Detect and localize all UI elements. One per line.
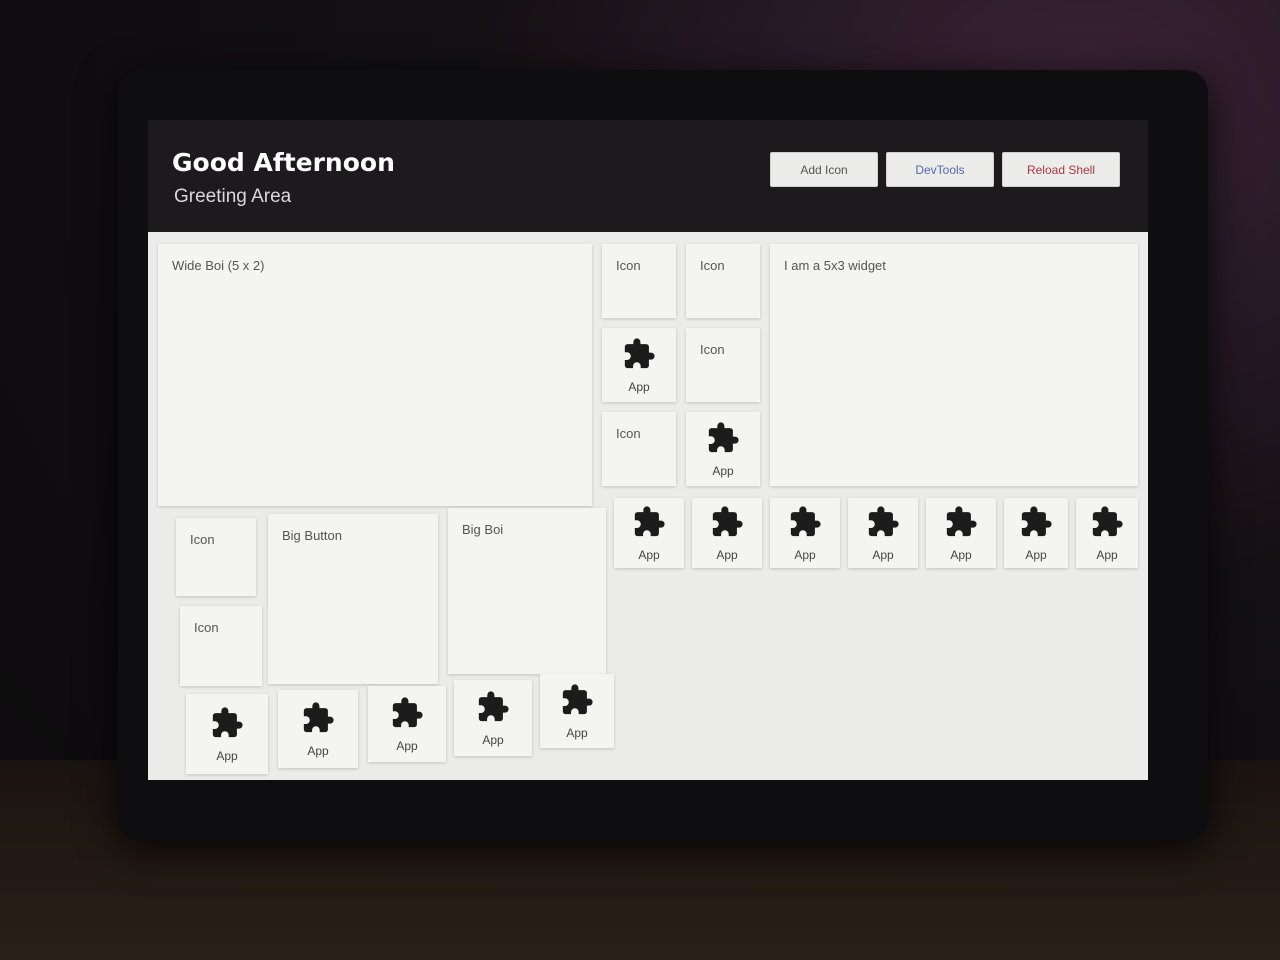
app-label: App [216, 748, 238, 763]
app-tile[interactable]: App [540, 674, 614, 748]
icon-tile[interactable]: Icon [686, 244, 760, 318]
app-tile[interactable]: App [454, 680, 532, 756]
app-tile[interactable]: App [368, 686, 446, 762]
app-tile[interactable]: App [926, 498, 996, 568]
puzzle-icon [706, 421, 740, 460]
puzzle-icon [210, 706, 244, 745]
icon-tile-label: Icon [700, 258, 725, 273]
puzzle-icon [476, 690, 510, 729]
icon-tile[interactable]: Icon [176, 518, 256, 596]
app-label: App [566, 725, 588, 740]
add-icon-button[interactable]: Add Icon [770, 152, 878, 187]
app-tile[interactable]: App [1004, 498, 1068, 568]
app-label: App [794, 547, 816, 562]
big-button-label: Big Button [282, 528, 342, 543]
puzzle-icon [622, 337, 656, 376]
puzzle-icon [560, 683, 594, 722]
app-label: App [628, 379, 650, 394]
puzzle-icon [632, 505, 666, 544]
wide-widget[interactable]: Wide Boi (5 x 2) [158, 244, 592, 506]
icon-tile-label: Icon [700, 342, 725, 357]
icon-tile-label: Icon [194, 620, 219, 635]
devtools-button[interactable]: DevTools [886, 152, 994, 187]
app-tile[interactable]: App [278, 690, 358, 768]
app-label: App [396, 738, 418, 753]
app-tile[interactable]: App [614, 498, 684, 568]
icon-tile[interactable]: Icon [602, 412, 676, 486]
puzzle-icon [301, 701, 335, 740]
puzzle-icon [944, 505, 978, 544]
five-by-three-widget[interactable]: I am a 5x3 widget [770, 244, 1138, 486]
icon-tile-label: Icon [616, 258, 641, 273]
app-label: App [712, 463, 734, 478]
big-widget[interactable]: Big Boi [448, 508, 606, 674]
app-label: App [1096, 547, 1118, 562]
icon-tile-label: Icon [190, 532, 215, 547]
greeting-subtitle: Greeting Area [174, 186, 292, 207]
app-tile[interactable]: App [686, 412, 760, 486]
app-tile[interactable]: App [1076, 498, 1138, 568]
app-label: App [1025, 547, 1047, 562]
app-label: App [307, 743, 329, 758]
wide-widget-label: Wide Boi (5 x 2) [172, 258, 265, 273]
app-tile[interactable]: App [848, 498, 918, 568]
icon-tile[interactable]: Icon [686, 328, 760, 402]
puzzle-icon [788, 505, 822, 544]
app-label: App [482, 732, 504, 747]
icon-tile-label: Icon [616, 426, 641, 441]
icon-tile[interactable]: Icon [602, 244, 676, 318]
puzzle-icon [1019, 505, 1053, 544]
puzzle-icon [710, 505, 744, 544]
app-tile[interactable]: App [186, 694, 268, 774]
five-by-three-widget-label: I am a 5x3 widget [784, 258, 886, 273]
reload-shell-button[interactable]: Reload Shell [1002, 152, 1120, 187]
app-label: App [950, 547, 972, 562]
big-widget-label: Big Boi [462, 522, 504, 537]
app-label: App [872, 547, 894, 562]
greeting-title: Good Afternoon [172, 148, 395, 177]
big-button-widget[interactable]: Big Button [268, 514, 438, 684]
app-tile[interactable]: App [602, 328, 676, 402]
app-label: App [638, 547, 660, 562]
screen: Good Afternoon Greeting Area Add Icon De… [148, 120, 1148, 780]
widget-grid: Wide Boi (5 x 2) Icon Icon App Icon Icon… [148, 232, 1148, 780]
app-tile[interactable]: App [770, 498, 840, 568]
app-tile[interactable]: App [692, 498, 762, 568]
icon-tile[interactable]: Icon [180, 606, 262, 686]
puzzle-icon [390, 696, 424, 735]
greeting-area: Good Afternoon Greeting Area Add Icon De… [148, 120, 1148, 232]
app-label: App [716, 547, 738, 562]
puzzle-icon [866, 505, 900, 544]
puzzle-icon [1090, 505, 1124, 544]
